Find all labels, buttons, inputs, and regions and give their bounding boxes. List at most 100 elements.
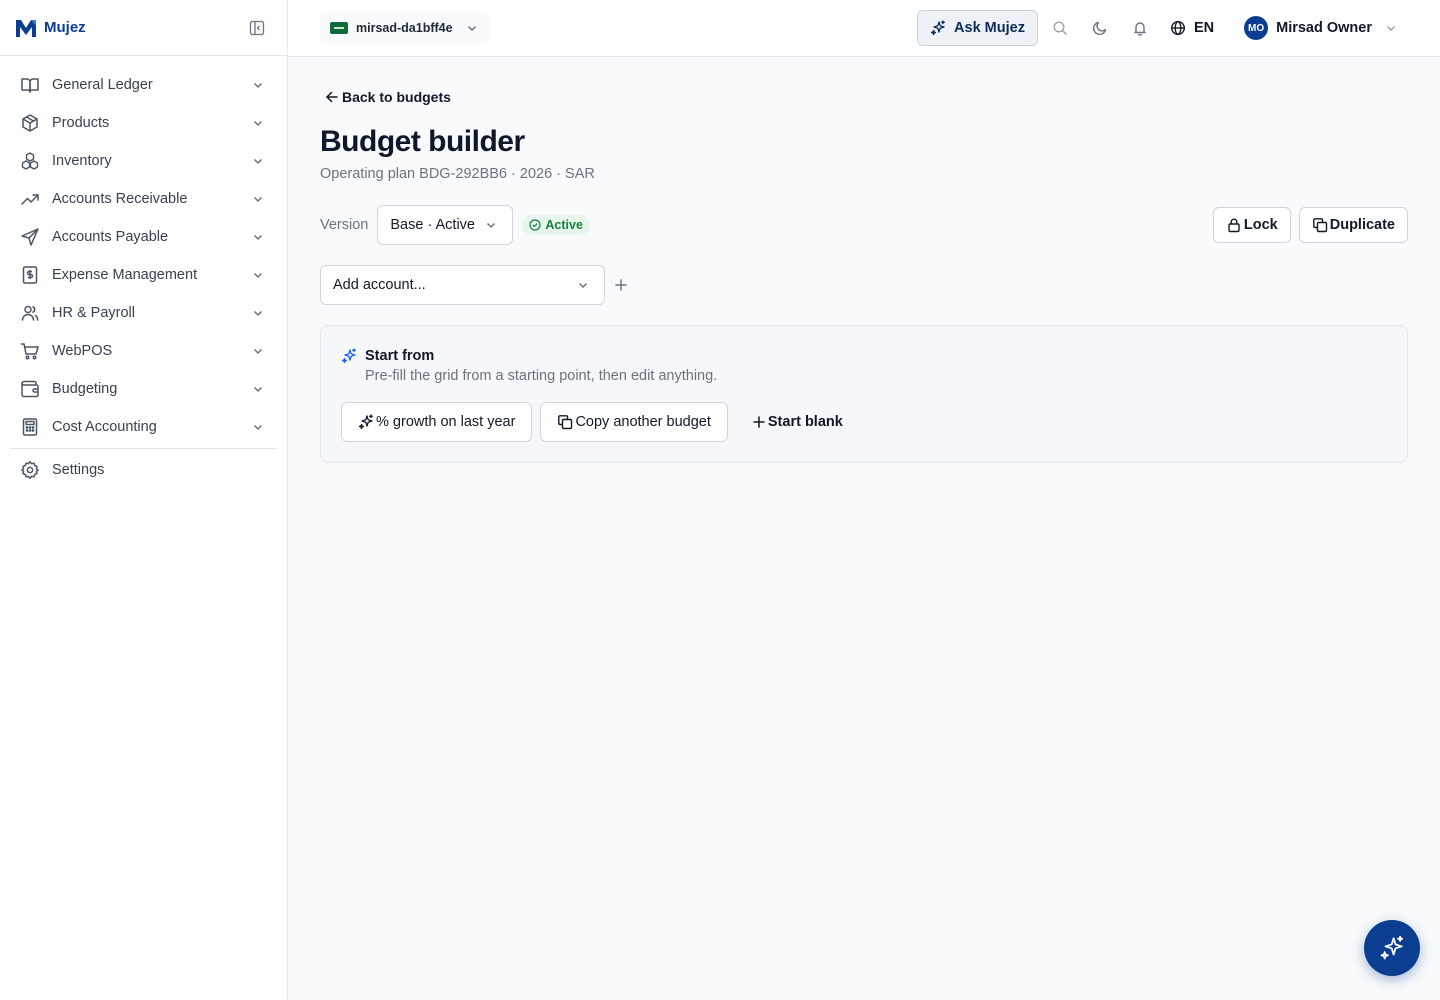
plus-icon (753, 416, 765, 428)
lock-button-label: Lock (1243, 217, 1278, 233)
back-link-label: Back to budgets (342, 89, 451, 105)
chevron-down-icon (251, 78, 265, 92)
chevron-down-icon (251, 230, 265, 244)
copy-budget-button-label: Copy another budget (575, 414, 711, 430)
duplicate-button[interactable]: Duplicate (1298, 207, 1408, 243)
panel-left-icon (249, 20, 265, 35)
check-circle-icon (529, 219, 541, 231)
moon-icon (1092, 21, 1107, 36)
sidebar-item-accounts-payable[interactable]: Accounts Payable (8, 218, 279, 256)
sidebar-item-label: HR & Payroll (52, 305, 135, 321)
version-select[interactable]: Base · Active (377, 205, 514, 245)
chevron-down-icon (251, 268, 265, 282)
organization-switcher[interactable]: mirsad-da1bff4e (320, 11, 489, 45)
language-label: EN (1193, 20, 1215, 36)
sidebar-item-inventory[interactable]: Inventory (8, 142, 279, 180)
chevron-down-icon (251, 116, 265, 130)
sparkles-icon (358, 414, 373, 430)
sidebar-item-label: Accounts Payable (52, 229, 169, 245)
mujez-logo-icon (16, 19, 36, 37)
arrow-left-icon (326, 91, 338, 103)
sidebar-item-label: Products (52, 115, 110, 131)
copy-another-budget-button[interactable]: Copy another budget (540, 402, 728, 442)
version-label: Version (320, 217, 369, 233)
package-icon (20, 113, 40, 133)
chevron-down-icon (1384, 21, 1398, 35)
growth-button-label: % growth on last year (376, 414, 516, 430)
growth-on-last-year-button[interactable]: % growth on last year (341, 402, 533, 442)
globe-icon (1170, 20, 1185, 36)
brand-logo[interactable]: Mujez (14, 17, 86, 39)
plus-icon (615, 279, 627, 291)
start-blank-button[interactable]: Start blank (736, 402, 859, 442)
chevron-down-icon (251, 154, 265, 168)
theme-toggle-button[interactable] (1080, 10, 1120, 46)
sidebar-item-budgeting[interactable]: Budgeting (8, 370, 279, 408)
add-account-select[interactable]: Add account... (320, 265, 605, 305)
chevron-down-icon (465, 21, 479, 35)
sidebar-item-general-ledger[interactable]: General Ledger (8, 66, 279, 104)
copy-icon (558, 415, 573, 430)
sparkles-icon (930, 20, 946, 36)
sidebar-collapse-button[interactable] (243, 14, 271, 42)
page-subtitle: Operating plan BDG-292BB6 · 2026 · SAR (320, 166, 595, 182)
chevron-down-icon (251, 192, 265, 206)
duplicate-button-label: Duplicate (1329, 217, 1395, 233)
status-badge: Active (522, 215, 590, 235)
user-menu[interactable]: MO Mirsad Owner (1234, 10, 1408, 46)
back-to-budgets-link[interactable]: Back to budgets (324, 89, 451, 105)
chevron-down-icon (484, 218, 498, 232)
boxes-icon (20, 151, 40, 171)
start-from-title: Start from (365, 348, 435, 364)
trending-up-icon (20, 189, 40, 209)
language-switcher[interactable]: EN (1160, 10, 1224, 46)
start-from-options: % growth on last year Copy another budge… (341, 402, 859, 442)
lock-icon (1228, 218, 1240, 233)
start-from-card: Start from Pre-fill the grid from a star… (320, 325, 1408, 463)
page-title: Budget builder (320, 125, 525, 158)
ai-assistant-fab[interactable] (1364, 920, 1420, 976)
wallet-icon (20, 379, 40, 399)
gear-icon (20, 460, 40, 480)
chevron-down-icon (576, 278, 590, 292)
organization-name: mirsad-da1bff4e (356, 21, 453, 35)
status-badge-label: Active (545, 218, 583, 232)
search-icon (1053, 21, 1067, 35)
users-icon (20, 303, 40, 323)
calculator-icon (20, 417, 40, 437)
sidebar-item-label: Inventory (52, 153, 112, 169)
sidebar-item-cost-accounting[interactable]: Cost Accounting (8, 408, 279, 446)
sidebar-item-label: WebPOS (52, 343, 113, 359)
sidebar-item-settings[interactable]: Settings (8, 451, 279, 489)
add-account-placeholder: Add account... (333, 277, 426, 293)
avatar: MO (1244, 16, 1269, 40)
topbar: mirsad-da1bff4e Ask Mujez EN MO Mirsad O… (288, 0, 1440, 57)
version-toolbar: Version Base · Active Active Lock Duplic… (320, 205, 1408, 245)
sidebar: Mujez General Ledger Products Inventory … (0, 0, 288, 1000)
chevron-down-icon (251, 382, 265, 396)
saudi-flag-icon (330, 22, 348, 34)
main-content: Back to budgets Budget builder Operating… (288, 57, 1440, 1000)
budget-actions: Lock Duplicate (1212, 207, 1408, 243)
sidebar-item-label: Budgeting (52, 381, 118, 397)
sidebar-item-products[interactable]: Products (8, 104, 279, 142)
sidebar-nav: General Ledger Products Inventory Accoun… (0, 56, 287, 489)
add-account-button[interactable] (613, 277, 629, 293)
chevron-down-icon (251, 306, 265, 320)
topbar-actions: Ask Mujez EN MO Mirsad Owner (917, 10, 1408, 46)
chevron-down-icon (251, 344, 265, 358)
notifications-button[interactable] (1120, 10, 1160, 46)
sparkles-icon (1380, 935, 1404, 960)
add-account-row: Add account... (320, 265, 629, 305)
sidebar-item-accounts-receivable[interactable]: Accounts Receivable (8, 180, 279, 218)
lock-button[interactable]: Lock (1212, 207, 1291, 243)
sidebar-item-label: Cost Accounting (52, 419, 157, 435)
sidebar-item-webpos[interactable]: WebPOS (8, 332, 279, 370)
sparkles-icon (341, 348, 356, 364)
version-select-value: Base · Active (390, 217, 475, 233)
brand-name: Mujez (44, 19, 86, 36)
sidebar-item-expense-management[interactable]: Expense Management (8, 256, 279, 294)
search-button[interactable] (1040, 10, 1080, 46)
ask-mujez-button[interactable]: Ask Mujez (917, 10, 1038, 46)
sidebar-item-hr-payroll[interactable]: HR & Payroll (8, 294, 279, 332)
